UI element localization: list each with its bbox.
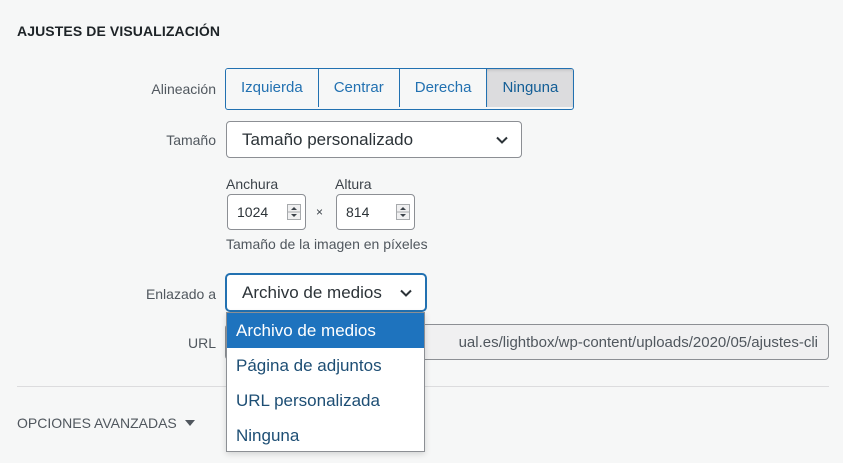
chevron-down-icon [496, 136, 508, 144]
link-to-dropdown-list: Archivo de medios Página de adjuntos URL… [226, 312, 425, 452]
width-value: 1024 [237, 204, 269, 220]
width-label: Anchura [226, 176, 279, 192]
alignment-button-group: Izquierda Centrar Derecha Ninguna [225, 68, 575, 110]
advanced-options-toggle[interactable]: OPCIONES AVANZADAS [17, 415, 195, 431]
dropdown-option-attachment-page[interactable]: Página de adjuntos [227, 348, 424, 383]
advanced-options-label: OPCIONES AVANZADAS [17, 415, 177, 431]
url-label: URL [187, 335, 216, 351]
dropdown-option-none[interactable]: Ninguna [227, 418, 424, 453]
number-spinner-icon[interactable] [287, 204, 301, 220]
url-value: ual.es/lightbox/wp-content/uploads/2020/… [458, 334, 818, 351]
section-title: AJUSTES DE VISUALIZACIÓN [17, 23, 221, 39]
number-spinner-icon[interactable] [396, 204, 410, 220]
size-select[interactable]: Tamaño personalizado [226, 121, 522, 158]
align-center-button[interactable]: Centrar [318, 69, 400, 107]
align-right-button[interactable]: Derecha [399, 69, 488, 107]
link-to-select-value: Archivo de medios [242, 283, 382, 302]
dropdown-option-media-file[interactable]: Archivo de medios [227, 313, 424, 348]
size-select-value: Tamaño personalizado [242, 130, 414, 149]
align-none-button[interactable]: Ninguna [487, 69, 574, 107]
height-value: 814 [346, 204, 370, 220]
height-input[interactable]: 814 [336, 194, 415, 230]
size-label: Tamaño [166, 132, 216, 148]
triangle-down-icon [184, 420, 195, 426]
chevron-down-icon [400, 289, 412, 297]
height-label: Altura [335, 176, 372, 192]
width-input[interactable]: 1024 [227, 194, 306, 230]
link-to-label: Enlazado a [145, 286, 216, 302]
size-hint: Tamaño de la imagen en píxeles [226, 236, 428, 252]
alignment-label: Alineación [151, 81, 216, 97]
link-to-select[interactable]: Archivo de medios [226, 274, 426, 311]
dropdown-option-custom-url[interactable]: URL personalizada [227, 383, 424, 418]
align-left-button[interactable]: Izquierda [226, 69, 319, 107]
size-separator: × [316, 205, 324, 219]
